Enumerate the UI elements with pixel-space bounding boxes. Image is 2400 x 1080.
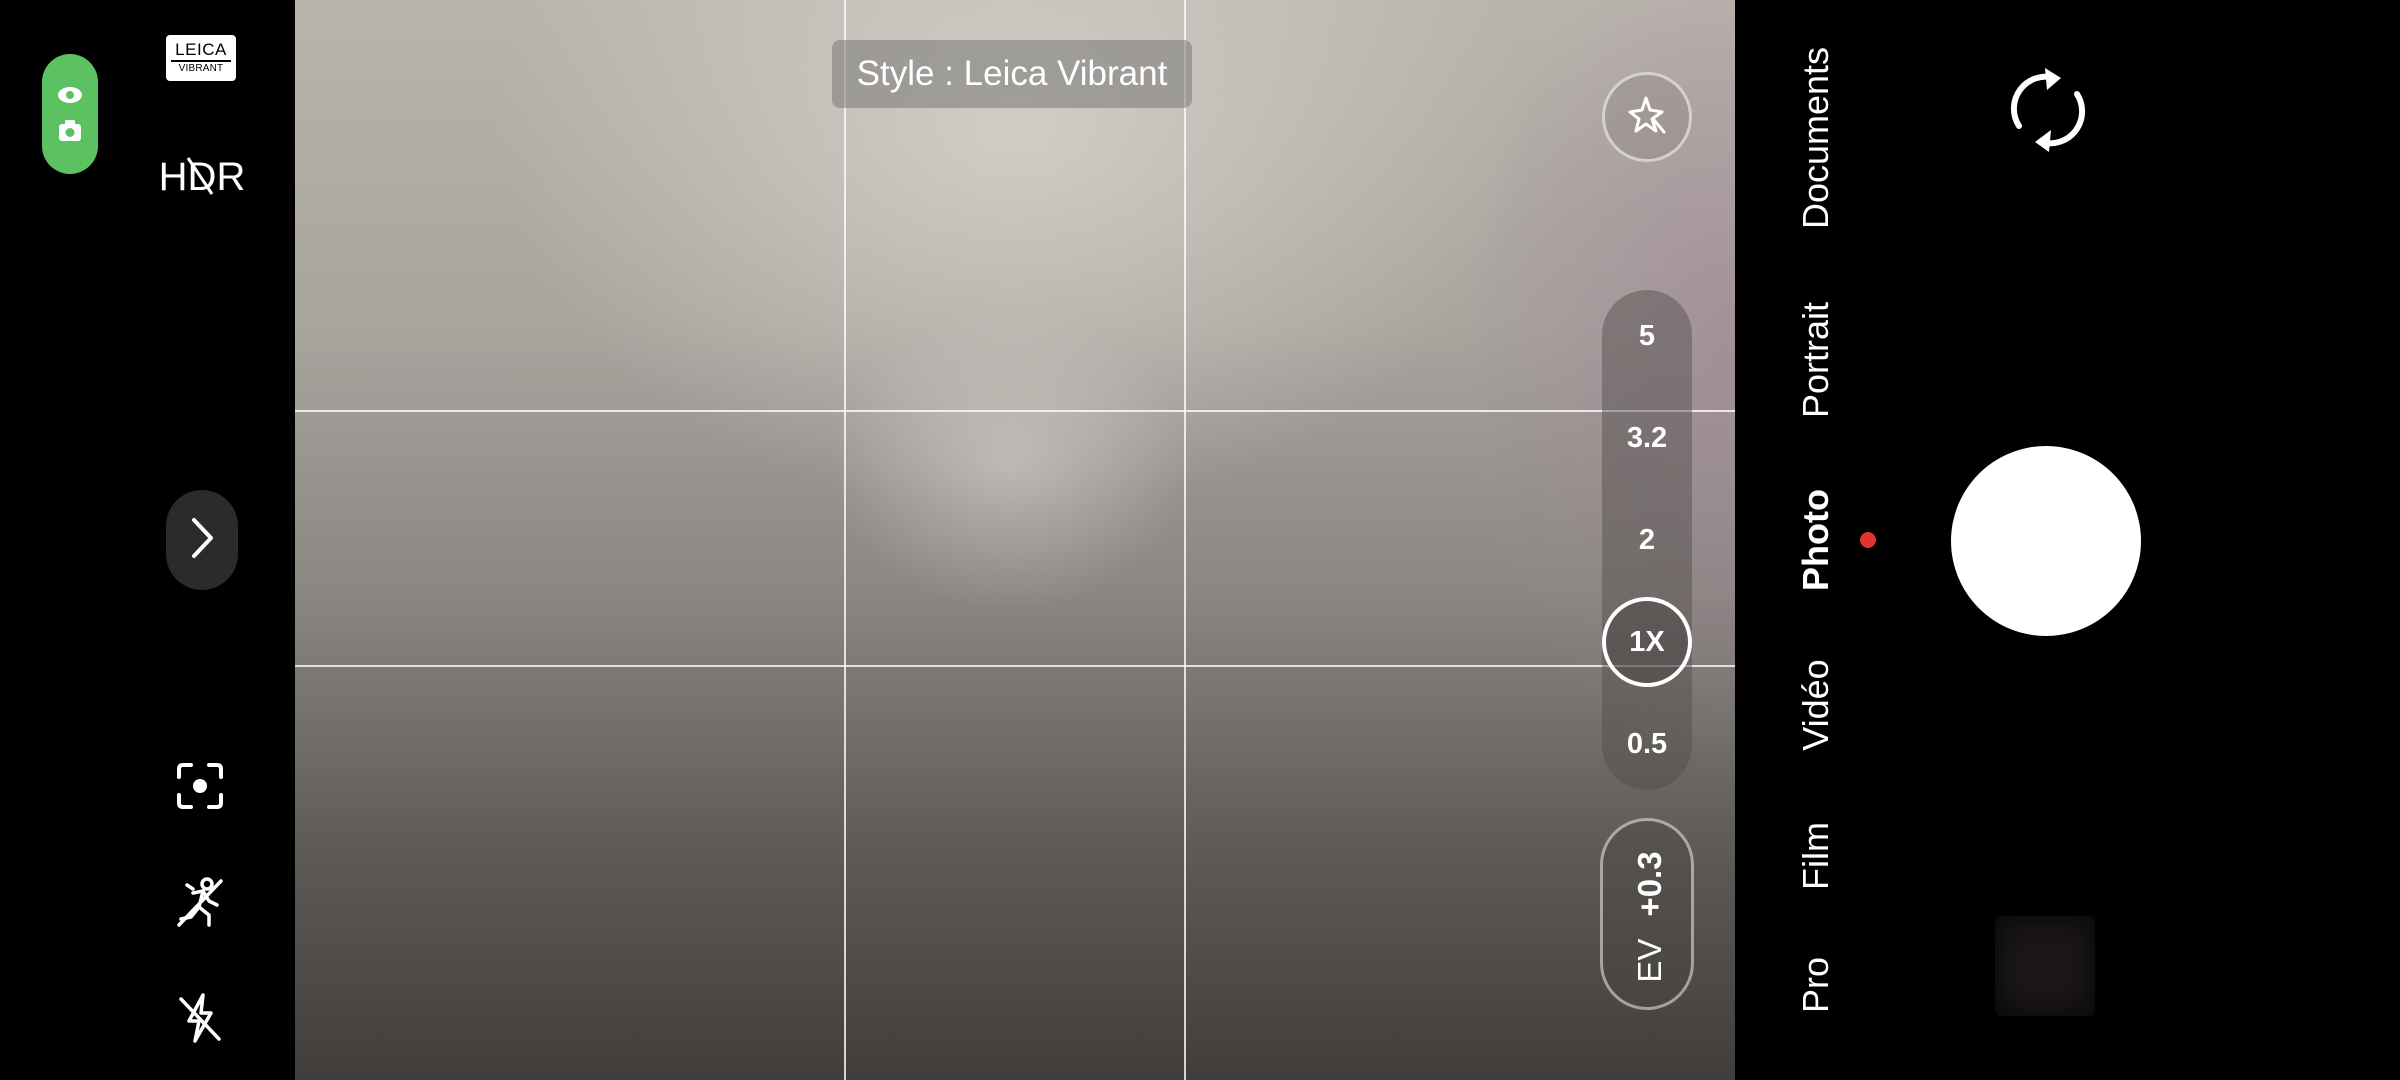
grid-line-horizontal-1: [295, 410, 1735, 412]
mode-pro[interactable]: Pro: [1795, 957, 1836, 1013]
camera-small-icon: [57, 119, 83, 143]
mode-photo[interactable]: Photo: [1795, 489, 1836, 591]
motion-off-icon: [173, 875, 227, 934]
zoom-option-2[interactable]: 2: [1602, 522, 1692, 558]
sparkle-icon: [1626, 94, 1668, 141]
ai-scene-button[interactable]: [1602, 72, 1692, 162]
flash-button[interactable]: [172, 992, 228, 1048]
chevron-right-icon: [187, 516, 217, 565]
leica-style-text: VIBRANT: [178, 63, 224, 74]
focus-frame-button[interactable]: [172, 760, 228, 816]
mode-portrait[interactable]: Portrait: [1795, 302, 1836, 418]
exposure-text: EV +0.3: [1628, 827, 1672, 1007]
hdr-toggle[interactable]: HDR: [159, 152, 246, 199]
expand-settings-button[interactable]: [166, 490, 238, 590]
active-mode-indicator: [1860, 532, 1876, 548]
left-control-panel: LEICA VIBRANT HDR: [0, 0, 295, 1080]
grid-line-vertical-1: [844, 0, 846, 1080]
exposure-compensation-button[interactable]: EV +0.3: [1600, 818, 1694, 1010]
zoom-option-0-5[interactable]: 0.5: [1602, 726, 1692, 762]
ev-value: +0.3: [1631, 851, 1668, 917]
mode-film[interactable]: Film: [1795, 822, 1836, 890]
zoom-selector: 5 3.2 2 0.5: [1602, 290, 1692, 790]
badge-divider: [171, 60, 231, 62]
shutter-button[interactable]: [1951, 446, 2141, 636]
camera-viewfinder[interactable]: Style : Leica Vibrant 5 3.2 2 0.5 1X EV …: [295, 0, 1735, 1080]
zoom-option-5[interactable]: 5: [1602, 318, 1692, 354]
zoom-current-level[interactable]: 1X: [1602, 597, 1692, 687]
camera-in-use-indicator: [42, 54, 98, 174]
grid-line-vertical-2: [1184, 0, 1186, 1080]
mode-video[interactable]: Vidéo: [1795, 659, 1836, 750]
zoom-option-3-2[interactable]: 3.2: [1602, 420, 1692, 456]
ev-label: EV: [1631, 938, 1668, 983]
gallery-thumbnail[interactable]: [1995, 916, 2095, 1016]
switch-camera-button[interactable]: [2000, 64, 2096, 160]
rotate-camera-icon: [2003, 64, 2093, 161]
leica-brand-text: LEICA: [175, 40, 227, 59]
focus-frame-icon: [175, 761, 225, 816]
grid-line-horizontal-2: [295, 665, 1735, 667]
leica-style-badge[interactable]: LEICA VIBRANT: [166, 35, 236, 81]
motion-photo-button[interactable]: [172, 876, 228, 932]
mode-documents[interactable]: Documents: [1795, 47, 1836, 229]
right-control-panel: Documents Portrait Photo Vidéo Film Pro: [1735, 0, 2400, 1080]
flash-off-icon: [175, 991, 225, 1050]
style-label: Style : Leica Vibrant: [832, 40, 1192, 108]
eye-icon: [56, 85, 84, 105]
